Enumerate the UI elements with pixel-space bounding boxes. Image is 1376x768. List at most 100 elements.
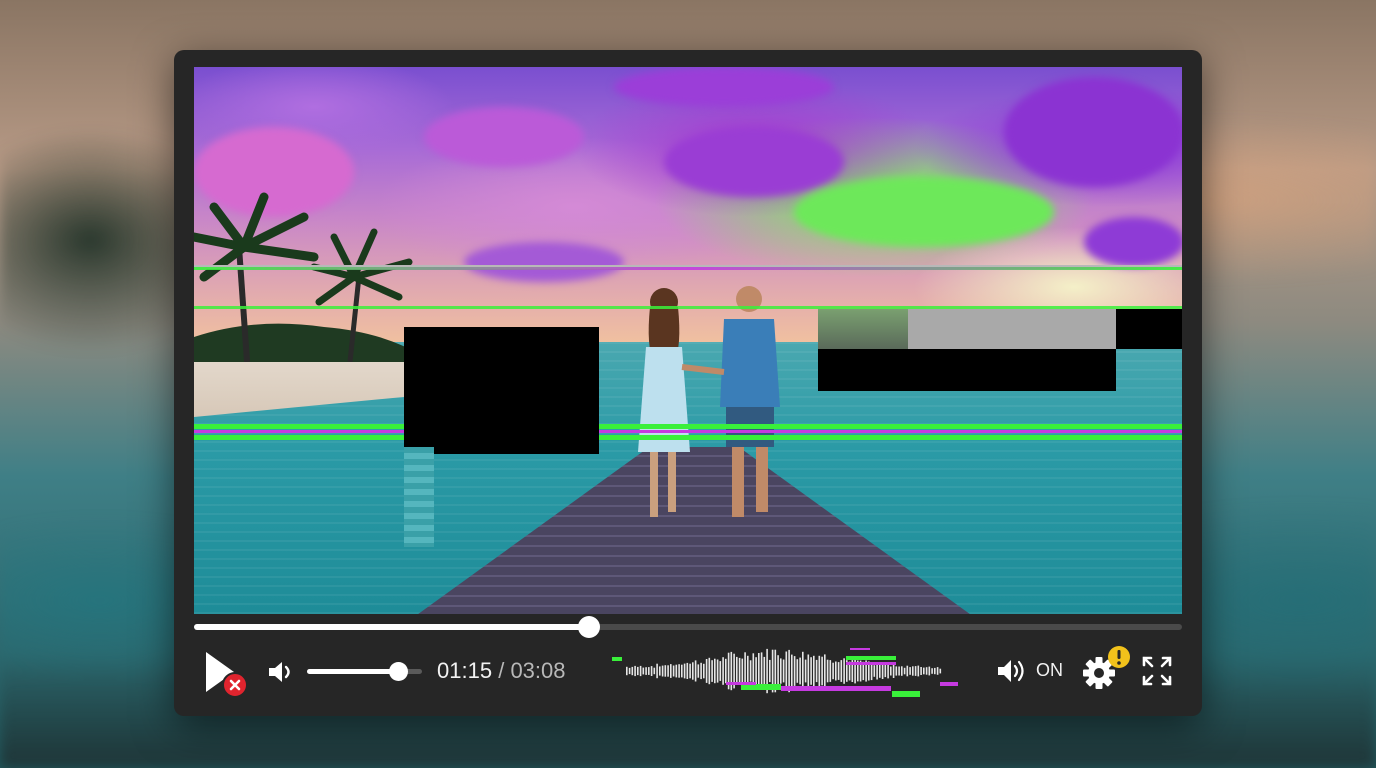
video-player: 01:15 / 03:08 ON	[174, 50, 1202, 716]
waveform-bar	[925, 667, 928, 675]
video-cloud	[664, 127, 844, 197]
waveform-bar	[758, 653, 760, 689]
waveform-bar	[749, 660, 752, 682]
waveform-bar	[639, 665, 642, 677]
settings-button[interactable]	[1082, 646, 1130, 690]
waveform-bar	[755, 657, 757, 685]
waveform-bar	[653, 667, 656, 675]
play-button[interactable]	[202, 650, 248, 698]
video-cloud	[464, 242, 624, 282]
waveform-bar	[714, 658, 716, 684]
waveform-bar	[782, 659, 785, 683]
waveform-bar	[829, 660, 832, 682]
waveform-bar	[873, 665, 876, 677]
waveform-bar	[887, 663, 889, 679]
waveform-bar	[914, 666, 917, 676]
error-x-icon	[222, 672, 248, 698]
waveform-bar	[631, 666, 634, 676]
video-couple	[638, 286, 780, 517]
waveform-bar	[637, 666, 639, 676]
waveform-bar	[689, 663, 691, 679]
waveform-bar	[780, 658, 782, 684]
waveform-bar	[785, 651, 788, 691]
waveform-bar	[738, 657, 741, 685]
waveform-bar	[675, 664, 678, 678]
volume-handle[interactable]	[388, 662, 408, 681]
waveform-bar	[716, 659, 719, 683]
waveform-bar	[934, 667, 936, 675]
mute-button[interactable]	[266, 658, 296, 686]
glitch-color-block	[818, 309, 908, 349]
waveform-bar	[807, 654, 810, 688]
waveform-bar	[912, 666, 914, 676]
waveform-bar	[642, 667, 645, 675]
waveform-bar	[881, 663, 884, 679]
audio-toggle-button[interactable]	[996, 656, 1030, 686]
waveform-bar	[903, 667, 906, 675]
waveform-bar	[895, 666, 898, 676]
waveform-bar	[804, 659, 807, 683]
speaker-low-icon	[269, 662, 290, 682]
waveform-bar	[747, 655, 749, 687]
video-cloud	[614, 67, 834, 107]
waveform-bar	[777, 655, 779, 687]
waveform-bar	[708, 657, 711, 685]
waveform-bar	[763, 656, 766, 686]
fullscreen-button[interactable]	[1140, 654, 1174, 688]
waveform-bar	[736, 656, 738, 685]
control-bar: 01:15 / 03:08 ON	[174, 640, 1202, 710]
waveform-bar	[788, 649, 790, 693]
seek-progress	[194, 624, 590, 630]
video-cloud	[424, 107, 584, 167]
glitch-line	[194, 435, 1182, 440]
glitch-line	[194, 267, 1182, 270]
waveform-bar	[824, 654, 826, 688]
seek-handle[interactable]	[578, 616, 601, 638]
waveform-bar	[920, 667, 922, 675]
waveform-bar	[810, 657, 812, 685]
waveform-bar	[672, 665, 675, 677]
waveform-bar	[705, 659, 708, 683]
waveform-bar	[711, 660, 713, 682]
fullscreen-icon	[1142, 656, 1172, 686]
waveform-bar	[898, 666, 900, 676]
time-display: 01:15 / 03:08	[437, 658, 566, 684]
time-separator: /	[498, 658, 505, 683]
glitch-black-block	[404, 327, 599, 454]
duration: 03:08	[510, 658, 566, 683]
video-frame[interactable]	[194, 67, 1182, 614]
waveform-bar	[741, 658, 744, 684]
glitch-line	[194, 424, 1182, 429]
waveform-bar	[667, 665, 669, 677]
waveform-bar	[719, 661, 722, 681]
waveform-bar	[697, 664, 700, 678]
waveform-bar	[725, 658, 727, 684]
waveform-bar	[645, 667, 647, 675]
waveform-bar	[879, 664, 881, 678]
waveform-bar	[939, 668, 942, 674]
audio-toggle-label[interactable]: ON	[1036, 660, 1063, 681]
waveform-bar	[628, 667, 631, 675]
waveform-bar	[901, 666, 903, 676]
video-cloud	[1004, 77, 1182, 187]
waveform-bar	[931, 668, 933, 674]
volume-slider[interactable]	[307, 662, 422, 681]
palm-trees	[194, 192, 424, 362]
glitch-line	[194, 430, 1182, 433]
waveform-bar	[683, 663, 686, 679]
waveform-bar	[928, 666, 931, 676]
waveform-bar	[923, 667, 925, 675]
waveform-bar	[796, 659, 799, 683]
waveform-bar	[799, 657, 801, 685]
waveform-bar	[661, 665, 664, 677]
glitch-black-block	[818, 349, 1116, 391]
waveform-bar	[906, 665, 909, 677]
waveform-bar	[670, 664, 672, 678]
waveform-bar	[703, 663, 705, 679]
seek-bar[interactable]	[194, 616, 1182, 638]
waveform-bar	[692, 662, 694, 680]
waveform-bar	[678, 664, 680, 678]
audio-waveform	[612, 648, 958, 697]
video-cloud	[794, 177, 1054, 247]
waveform-bar	[813, 655, 815, 687]
